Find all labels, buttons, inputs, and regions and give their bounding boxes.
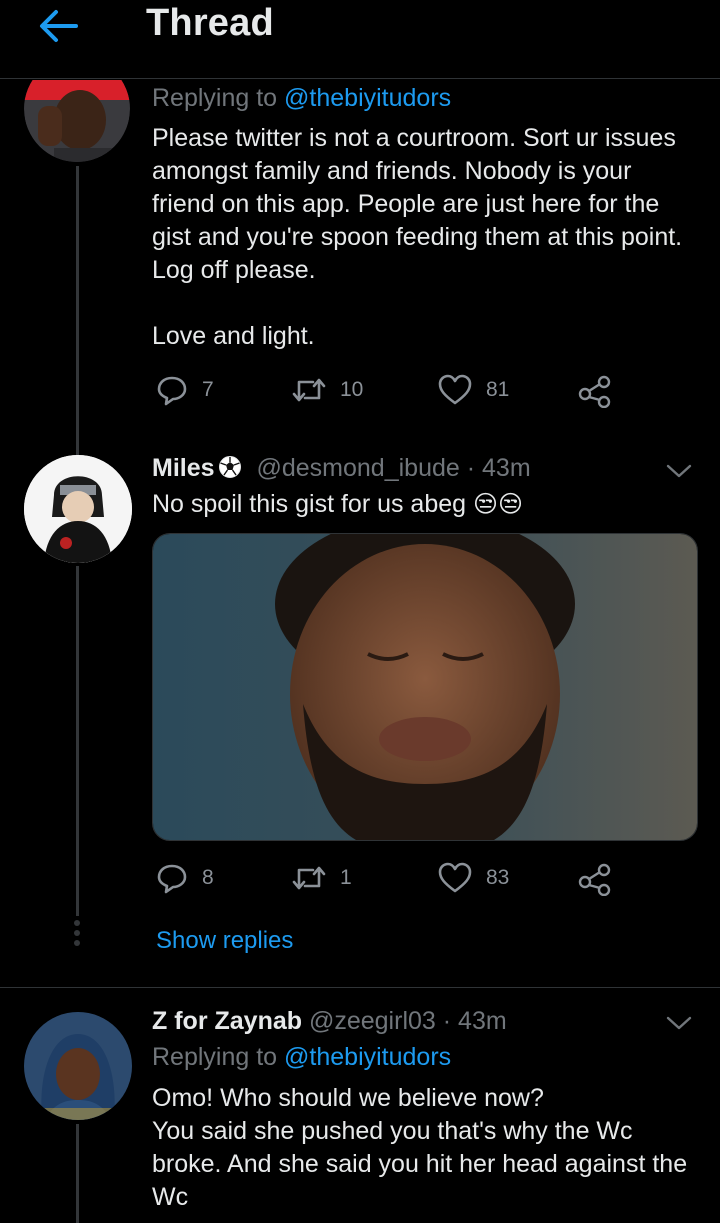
replying-to: Replying to @thebiyitudors (152, 84, 452, 112)
tweet-text: Please twitter is not a courtroom. Sort … (152, 122, 712, 353)
display-name[interactable]: Z for Zaynab (152, 1007, 302, 1035)
tweet-photo[interactable] (152, 533, 698, 841)
retweet-count: 10 (340, 378, 364, 401)
share-icon (578, 863, 611, 897)
share-icon (578, 375, 611, 409)
reply-action[interactable]: 7 (156, 374, 214, 406)
avatar[interactable] (24, 1012, 132, 1120)
thread-line (76, 166, 79, 456)
tweet-menu-caret[interactable] (664, 456, 694, 491)
retweet-count: 1 (340, 866, 352, 889)
tweet-line: Log off please. (152, 256, 316, 284)
tweet-line: friend on this app. People are just here… (152, 190, 660, 218)
reply-action[interactable]: 8 (156, 862, 214, 894)
tweet-time: · 43m (466, 454, 531, 482)
more-dots-icon (74, 920, 82, 946)
tweet-line: Please twitter is not a courtroom. Sort … (152, 124, 676, 152)
tweet-header: Z for Zaynab @zeegirl03 · 43m (152, 1007, 507, 1036)
page-title: Thread (146, 2, 274, 44)
like-icon (438, 862, 472, 893)
like-action[interactable]: 83 (438, 862, 509, 894)
tweet-line (152, 287, 712, 320)
chevron-down-icon (666, 1016, 692, 1030)
thread-line (76, 1124, 79, 1223)
retweet-icon (292, 378, 326, 402)
divider (0, 987, 720, 988)
soccer-ball-icon (218, 455, 242, 486)
thread-line (76, 566, 79, 916)
emoji: 😒😒 (473, 491, 524, 518)
reply-count: 7 (202, 378, 214, 401)
tweet-text: Omo! Who should we believe now? You said… (152, 1082, 712, 1214)
tweet-line: broke. And she said you hit her head aga… (152, 1150, 688, 1178)
tweet-menu-caret[interactable] (664, 1008, 694, 1043)
replying-to: Replying to @thebiyitudors (152, 1043, 452, 1071)
retweet-action[interactable]: 1 (292, 862, 352, 894)
tweet-line: Love and light. (152, 322, 315, 350)
tweet-line: amongst family and friends. Nobody is yo… (152, 157, 632, 185)
retweet-action[interactable]: 10 (292, 374, 363, 406)
like-count: 83 (486, 866, 510, 889)
reply-count: 8 (202, 866, 214, 889)
reply-icon (157, 376, 187, 406)
top-bar: Thread (0, 0, 720, 79)
back-arrow-icon (40, 10, 78, 42)
replying-handle-link[interactable]: @thebiyitudors (284, 84, 451, 112)
reply-icon (157, 864, 187, 894)
tweet-text: No spoil this gist for us abeg 😒😒 (152, 490, 524, 518)
like-icon (438, 374, 472, 405)
share-action[interactable] (578, 374, 612, 413)
display-name[interactable]: Miles (152, 454, 215, 482)
share-action[interactable] (578, 862, 612, 901)
tweet-header: Miles @desmond_ibude · 43m (152, 454, 531, 486)
tweet-line: Wc (152, 1183, 189, 1211)
like-count: 81 (486, 378, 510, 401)
like-action[interactable]: 81 (438, 374, 509, 406)
tweet-line: Omo! Who should we believe now? (152, 1084, 544, 1112)
replying-handle-link[interactable]: @thebiyitudors (284, 1043, 451, 1071)
back-button[interactable] (34, 6, 82, 46)
avatar[interactable] (24, 455, 132, 563)
tweet-line: gist and you're spoon feeding them at th… (152, 223, 683, 251)
retweet-icon (292, 866, 326, 890)
chevron-down-icon (666, 464, 692, 478)
tweet-time: · 43m (442, 1007, 507, 1035)
show-replies-link[interactable]: Show replies (156, 927, 293, 955)
user-handle[interactable]: @desmond_ibude (256, 454, 459, 482)
user-handle[interactable]: @zeegirl03 (309, 1007, 436, 1035)
tweet-line: You said she pushed you that's why the W… (152, 1117, 633, 1145)
